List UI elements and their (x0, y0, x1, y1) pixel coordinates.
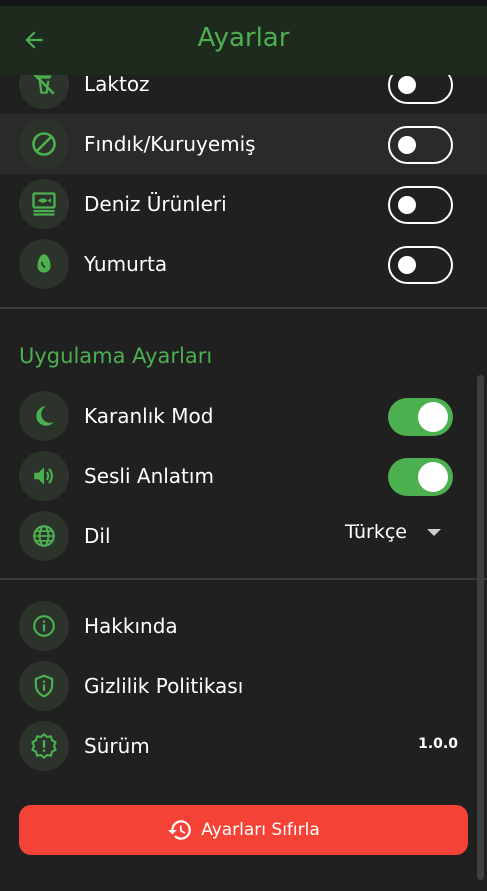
allergen-row-deniz-urunleri[interactable]: Deniz Ürünleri (0, 174, 487, 234)
allergen-row-findik[interactable]: Fındık/Kuruyemiş (0, 114, 487, 174)
dropdown-arrow-icon (427, 528, 441, 536)
section-divider (0, 578, 487, 580)
shield-icon (34, 674, 54, 698)
language-row[interactable]: Dil Türkçe (0, 506, 487, 566)
section-title-app-settings: Uygulama Ayarları (19, 344, 213, 368)
restore-icon (168, 820, 192, 840)
globe-icon (33, 525, 55, 547)
volume-icon (34, 467, 53, 485)
toggle-knob (398, 256, 416, 274)
voice-label: Sesli Anlatım (84, 464, 214, 488)
info-icon-container (19, 721, 69, 771)
language-dropdown[interactable]: Türkçe (345, 521, 441, 543)
findik-toggle[interactable] (388, 126, 453, 164)
block-icon (32, 132, 56, 156)
privacy-label: Gizlilik Politikası (84, 674, 244, 698)
scrollbar[interactable] (477, 375, 484, 880)
app-bar: Ayarlar (0, 0, 487, 75)
info-icon (33, 615, 55, 637)
about-row[interactable]: Hakkında (0, 596, 487, 656)
setting-icon-container (19, 511, 69, 561)
about-label: Hakkında (84, 614, 178, 638)
set-meal-icon (32, 192, 56, 216)
yumurta-toggle[interactable] (388, 246, 453, 284)
allergen-icon-container (19, 179, 69, 229)
reset-settings-button[interactable]: Ayarları Sıfırla (19, 805, 468, 855)
voice-toggle[interactable] (388, 458, 453, 496)
toggle-knob (418, 462, 448, 492)
egg-icon (37, 254, 51, 273)
toggle-knob (398, 76, 416, 94)
language-label: Dil (84, 524, 111, 548)
allergen-label: Laktoz (84, 72, 150, 96)
dark-mode-row[interactable]: Karanlık Mod (0, 386, 487, 446)
version-badge-icon (31, 732, 57, 760)
allergen-icon-container (19, 119, 69, 169)
moon-icon (36, 406, 54, 426)
section-divider (0, 307, 487, 309)
toggle-knob (398, 136, 416, 154)
allergen-label: Fındık/Kuruyemiş (84, 132, 256, 156)
dark-mode-label: Karanlık Mod (84, 404, 214, 428)
version-value: 1.0.0 (418, 736, 458, 752)
dark-mode-toggle[interactable] (388, 398, 453, 436)
reset-settings-label: Ayarları Sıfırla (201, 820, 320, 840)
toggle-knob (418, 402, 448, 432)
allergen-label: Deniz Ürünleri (84, 192, 227, 216)
setting-icon-container (19, 391, 69, 441)
deniz-urunleri-toggle[interactable] (388, 186, 453, 224)
privacy-row[interactable]: Gizlilik Politikası (0, 656, 487, 716)
allergen-row-yumurta[interactable]: Yumurta (0, 234, 487, 294)
page-title: Ayarlar (197, 23, 290, 53)
setting-icon-container (19, 451, 69, 501)
version-row: Sürüm 1.0.0 (0, 716, 487, 776)
toggle-knob (398, 196, 416, 214)
voice-row[interactable]: Sesli Anlatım (0, 446, 487, 506)
allergen-icon-container (19, 239, 69, 289)
info-icon-container (19, 661, 69, 711)
language-value: Türkçe (345, 521, 407, 543)
info-icon-container (19, 601, 69, 651)
allergen-label: Yumurta (84, 252, 168, 276)
version-label: Sürüm (84, 734, 150, 758)
